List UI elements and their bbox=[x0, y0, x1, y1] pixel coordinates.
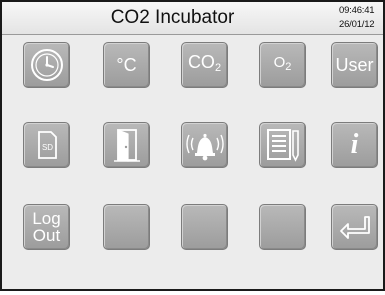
datetime-display: 09:46:41 26/01/12 bbox=[339, 4, 385, 32]
user-label: User bbox=[335, 55, 374, 75]
logout-button[interactable]: Log Out bbox=[23, 204, 70, 250]
sd-card-text: SD bbox=[41, 143, 52, 152]
enter-return-icon bbox=[339, 216, 370, 239]
logout-label: Log Out bbox=[32, 210, 60, 244]
page-title: CO2 Incubator bbox=[110, 7, 235, 28]
o2-button[interactable]: O2 bbox=[259, 42, 306, 88]
clock-icon bbox=[30, 49, 63, 81]
logout-line2: Out bbox=[32, 226, 61, 245]
door-icon bbox=[113, 129, 140, 162]
blank-button-1[interactable] bbox=[103, 204, 150, 250]
blank-button-2[interactable] bbox=[181, 204, 228, 250]
o2-label: O2 bbox=[273, 54, 292, 73]
enter-button[interactable] bbox=[331, 204, 378, 250]
co2-button[interactable]: CO2 bbox=[181, 42, 228, 88]
header-bar: CO2 Incubator 09:46:41 26/01/12 bbox=[2, 2, 383, 35]
user-button[interactable]: User bbox=[331, 42, 378, 88]
blank-button-3[interactable] bbox=[259, 204, 306, 250]
sd-card-icon: SD bbox=[37, 131, 57, 159]
door-button[interactable] bbox=[103, 122, 150, 168]
sd-card-button[interactable]: SD bbox=[23, 122, 70, 168]
log-button[interactable] bbox=[259, 122, 306, 168]
temperature-button[interactable]: °C bbox=[103, 42, 150, 88]
date-readout: 26/01/12 bbox=[339, 19, 375, 30]
co2-label: CO2 bbox=[187, 52, 222, 74]
alarm-button[interactable] bbox=[181, 122, 228, 168]
document-log-icon bbox=[266, 129, 299, 162]
incubator-screen: CO2 Incubator 09:46:41 26/01/12 °C CO2 O… bbox=[0, 0, 385, 291]
info-button[interactable]: i bbox=[331, 122, 378, 168]
clock-button[interactable] bbox=[23, 42, 70, 88]
time-readout: 09:46:41 bbox=[339, 5, 375, 16]
temperature-label: °C bbox=[116, 55, 137, 75]
alarm-bell-icon bbox=[185, 133, 224, 161]
info-icon: i bbox=[350, 129, 359, 160]
